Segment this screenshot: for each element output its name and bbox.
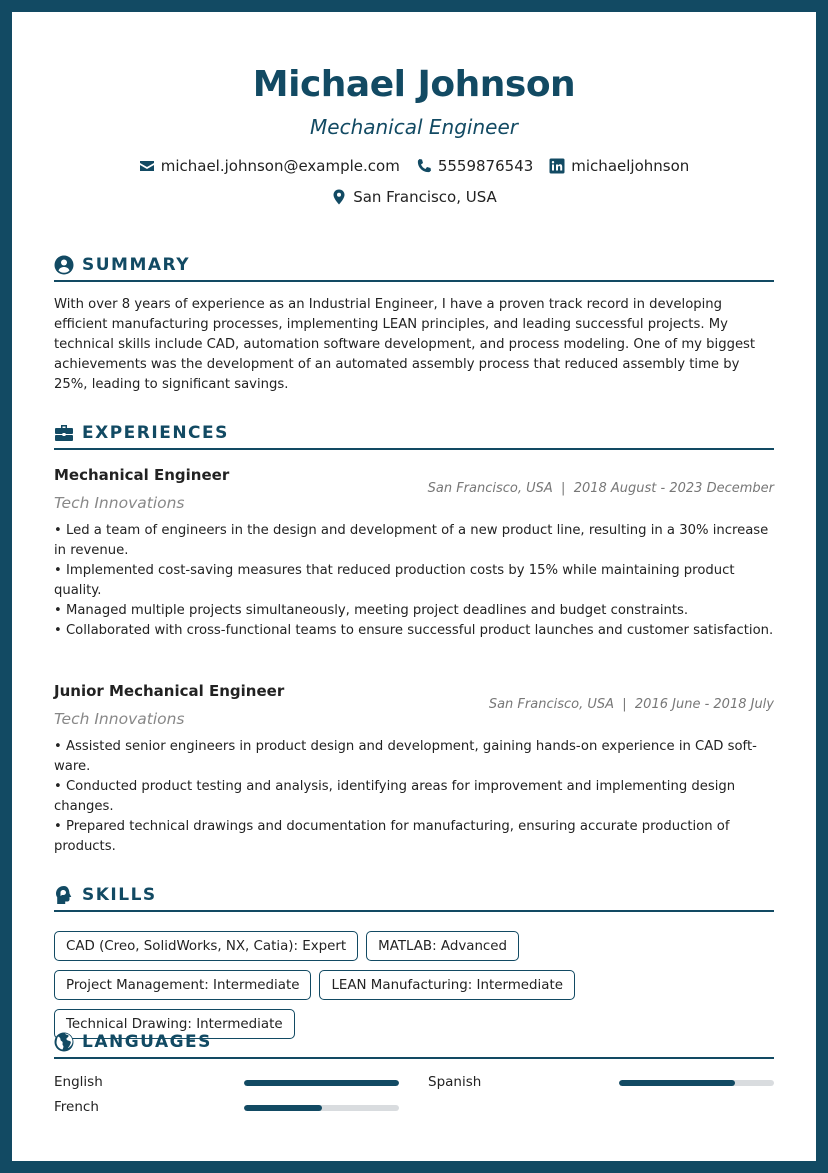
map-pin-icon — [331, 189, 347, 205]
bullet: • Prepared technical drawings and docume… — [54, 819, 730, 854]
language-name-english: English — [54, 1074, 103, 1090]
experiences-heading: EXPERIENCES — [54, 418, 774, 450]
job-2-bullets: • Assisted senior engineers in product d… — [54, 737, 774, 857]
language-bar-fill — [244, 1080, 399, 1086]
summary-text: With over 8 years of experience as an In… — [54, 297, 756, 392]
location-text: San Francisco, USA — [353, 188, 497, 206]
language-bar-english — [244, 1080, 399, 1086]
skill-tag: CAD (Creo, SolidWorks, NX, Catia): Exper… — [54, 931, 359, 961]
bullet: • Conducted product testing and analysis… — [54, 779, 736, 814]
language-bar-spanish — [619, 1080, 774, 1086]
resume-page: Michael Johnson Mechanical Engineer mich… — [12, 12, 816, 1161]
user-circle-icon — [54, 255, 74, 275]
phone-icon — [416, 158, 432, 174]
bullet: • Implemented cost-saving measures that … — [54, 563, 735, 598]
bullet: • Managed multiple projects simultaneous… — [54, 603, 689, 618]
languages-heading: LANGUAGES — [54, 1027, 774, 1059]
languages-heading-text: LANGUAGES — [82, 1032, 212, 1052]
skill-tag: Project Management: Intermediate — [54, 970, 312, 1000]
job-1-meta: San Francisco, USA | 2018 August - 2023 … — [427, 481, 774, 496]
experiences-heading-text: EXPERIENCES — [82, 423, 229, 443]
job-1-bullets: • Led a team of engineers in the design … — [54, 521, 774, 641]
job-title-header: Mechanical Engineer — [310, 115, 518, 139]
globe-icon — [54, 1032, 74, 1052]
contact-email[interactable]: michael.johnson@example.com — [139, 157, 400, 175]
skills-heading-text: SKILLS — [82, 885, 157, 905]
linkedin-icon — [549, 158, 565, 174]
language-bar-fill — [244, 1105, 322, 1111]
bullet: • Led a team of engineers in the design … — [54, 523, 769, 558]
summary-heading-text: SUMMARY — [82, 255, 191, 275]
location-row: San Francisco, USA — [12, 188, 816, 206]
contact-linkedin[interactable]: michaeljohnson — [549, 157, 689, 175]
phone-text: 5559876543 — [437, 157, 534, 175]
skill-tag: MATLAB: Advanced — [366, 931, 520, 961]
job-1-company: Tech Innovations — [54, 494, 185, 512]
briefcase-icon — [54, 423, 74, 443]
head-icon — [54, 885, 74, 905]
summary-heading: SUMMARY — [54, 250, 774, 282]
job-1-title: Mechanical Engineer — [54, 466, 230, 484]
candidate-name: Michael Johnson — [252, 64, 576, 105]
email-text: michael.johnson@example.com — [160, 157, 400, 175]
language-bar-french — [244, 1105, 399, 1111]
contact-location: San Francisco, USA — [331, 188, 497, 206]
envelope-icon — [139, 158, 155, 174]
language-bar-fill — [619, 1080, 736, 1086]
skills-heading: SKILLS — [54, 880, 774, 912]
language-name-french: French — [54, 1099, 99, 1115]
bullet: • Collaborated with cross-functional tea… — [54, 623, 774, 638]
linkedin-text: michaeljohnson — [571, 157, 690, 175]
bullet: • Assisted senior engineers in product d… — [54, 739, 757, 774]
contact-phone[interactable]: 5559876543 — [416, 157, 533, 175]
job-2-company: Tech Innovations — [54, 710, 185, 728]
language-name-spanish: Spanish — [428, 1074, 482, 1090]
job-2-title: Junior Mechanical Engineer — [54, 682, 285, 700]
contact-row: michael.johnson@example.com 5559876543 m… — [12, 157, 816, 175]
skills-list: CAD (Creo, SolidWorks, NX, Catia): Exper… — [54, 931, 774, 1039]
job-2-meta: San Francisco, USA | 2016 June - 2018 Ju… — [488, 697, 774, 712]
skill-tag: LEAN Manufacturing: Intermediate — [319, 970, 575, 1000]
